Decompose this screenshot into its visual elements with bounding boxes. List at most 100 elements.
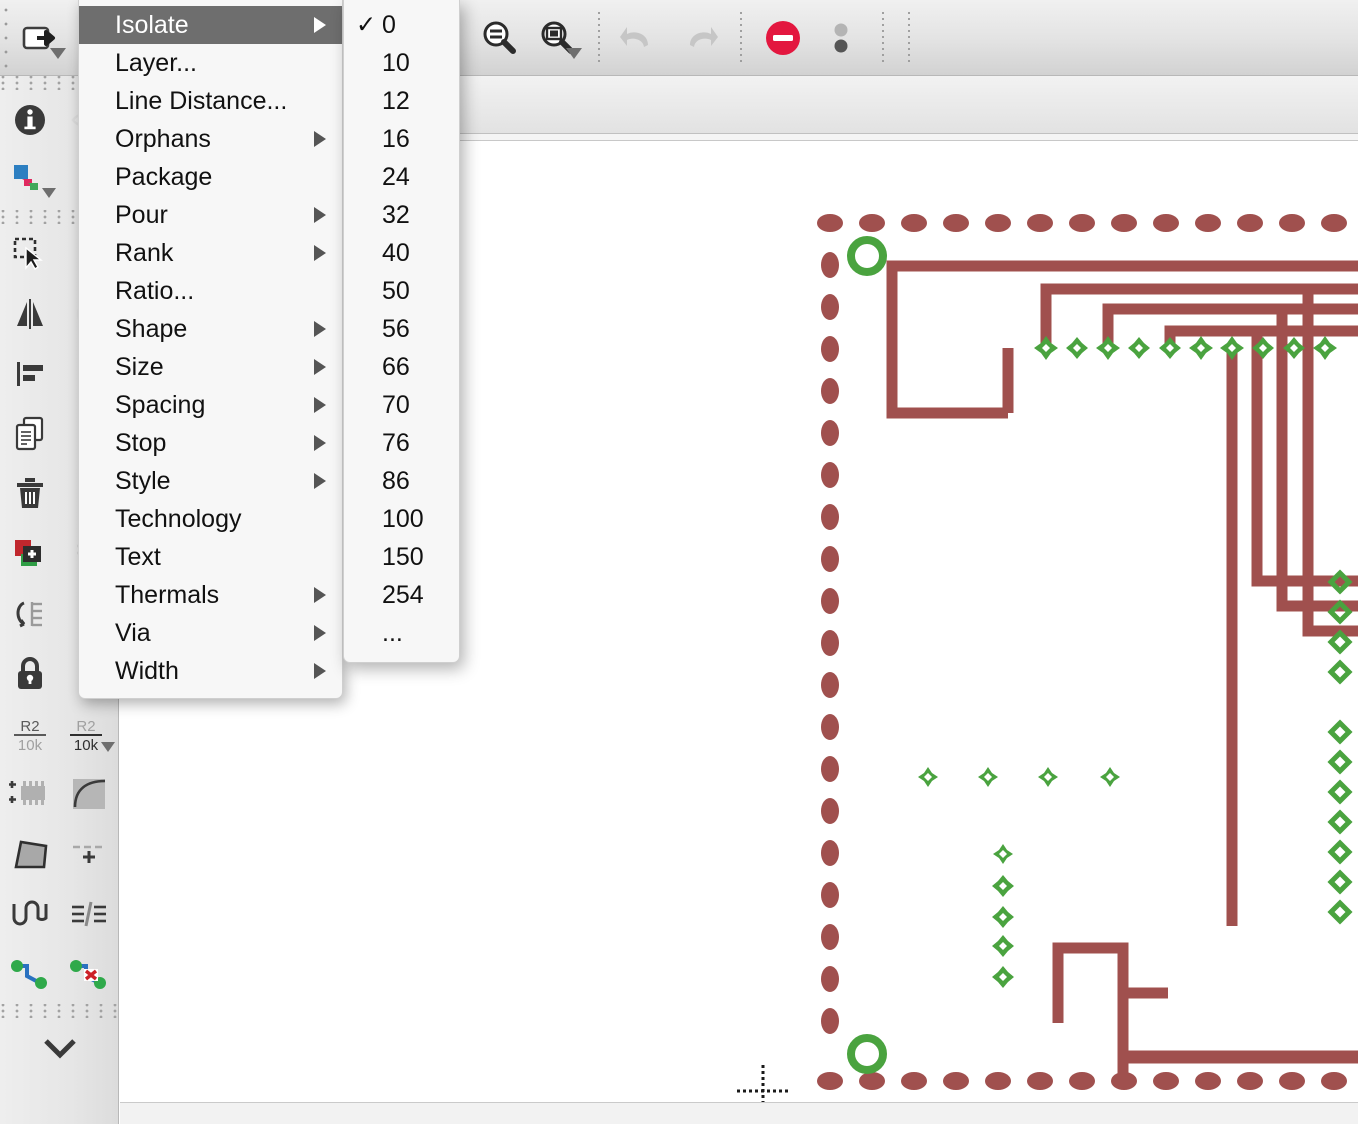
isolate-option-100[interactable]: 100 [344, 500, 459, 538]
copy-button[interactable] [0, 404, 59, 464]
menu-item-label: Ratio... [115, 277, 194, 306]
lock-icon [15, 656, 45, 692]
menu-item-label: Package [115, 163, 212, 192]
menu-item-width[interactable]: Width [79, 652, 342, 690]
menu-item-text[interactable]: Text [79, 538, 342, 576]
menu-item-technology[interactable]: Technology [79, 500, 342, 538]
align-button[interactable] [0, 344, 59, 404]
delete-button[interactable] [0, 464, 59, 524]
svg-text:R2: R2 [76, 718, 95, 735]
chevron-down-icon[interactable] [42, 188, 56, 198]
add-pin-button[interactable] [0, 764, 59, 824]
meander-button[interactable] [0, 884, 59, 944]
isolate-option-76[interactable]: 76 [344, 424, 459, 462]
isolate-option-24[interactable]: 24 [344, 158, 459, 196]
isolate-option-label: 24 [382, 163, 410, 192]
isolate-option-label: 86 [382, 467, 410, 496]
undo-button[interactable] [612, 9, 670, 67]
isolate-option-label: 40 [382, 239, 410, 268]
lock-button[interactable] [0, 644, 59, 704]
menu-item-size[interactable]: Size [79, 348, 342, 386]
svg-text:10k: 10k [73, 737, 98, 754]
menu-item-label: Stop [115, 429, 166, 458]
more-button[interactable] [812, 9, 870, 67]
isolate-option-label: 56 [382, 315, 410, 344]
menu-item-pour[interactable]: Pour [79, 196, 342, 234]
menu-item-rank[interactable]: Rank [79, 234, 342, 272]
menu-item-label: Layer... [115, 49, 197, 78]
value-button[interactable]: R2 10k [0, 704, 59, 764]
chevron-down-icon[interactable] [566, 48, 582, 59]
menu-item-line-distance[interactable]: Line Distance... [79, 82, 342, 120]
toolbar-separator [598, 10, 600, 66]
stop-button[interactable] [754, 9, 812, 67]
polygon-button[interactable] [0, 824, 59, 884]
export-button[interactable] [12, 9, 70, 67]
chevron-down-icon[interactable] [101, 742, 115, 752]
add-part-icon [12, 537, 48, 571]
palette-divider [0, 1004, 118, 1018]
menu-item-ratio[interactable]: Ratio... [79, 272, 342, 310]
add-part-button[interactable] [0, 524, 59, 584]
route-button[interactable] [0, 944, 59, 1004]
undo-icon [618, 18, 664, 58]
mirror-button[interactable] [0, 284, 59, 344]
isolate-submenu[interactable]: ✓ 0 10 12 16 24 32 40 50 56 66 70 [343, 0, 460, 663]
menu-item-label: Text [115, 543, 161, 572]
toolbar-grip[interactable] [0, 8, 12, 68]
isolate-option-16[interactable]: 16 [344, 120, 459, 158]
arc-icon [69, 777, 109, 811]
menu-item-label: Width [115, 657, 179, 686]
stop-icon [762, 17, 804, 59]
polygon-context-menu[interactable]: Isolate Layer... Line Distance... Orphan… [78, 0, 343, 699]
menu-item-label: Orphans [115, 125, 211, 154]
menu-item-package[interactable]: Package [79, 158, 342, 196]
redraw-button[interactable] [470, 9, 528, 67]
mirror-icon [12, 299, 48, 329]
menu-item-stop[interactable]: Stop [79, 424, 342, 462]
more-tools-button[interactable] [0, 1018, 119, 1078]
menu-item-isolate[interactable]: Isolate [79, 6, 342, 44]
info-icon [12, 102, 48, 138]
menu-item-layer[interactable]: Layer... [79, 44, 342, 82]
isolate-option-254[interactable]: 254 [344, 576, 459, 614]
isolate-option-32[interactable]: 32 [344, 196, 459, 234]
redo-button[interactable] [670, 9, 728, 67]
arc-button[interactable] [59, 764, 118, 824]
isolate-option-50[interactable]: 50 [344, 272, 459, 310]
chevron-down-icon[interactable] [50, 48, 66, 59]
more-icon [826, 16, 856, 60]
menu-item-thermals[interactable]: Thermals [79, 576, 342, 614]
menu-item-via[interactable]: Via [79, 614, 342, 652]
info-button[interactable] [0, 90, 59, 150]
isolate-option-70[interactable]: 70 [344, 386, 459, 424]
polygon-icon [9, 837, 51, 871]
isolate-option-66[interactable]: 66 [344, 348, 459, 386]
isolate-option-more[interactable]: ... [344, 614, 459, 652]
dimension-button[interactable] [59, 824, 118, 884]
isolate-option-12[interactable]: 12 [344, 82, 459, 120]
display-layers-button[interactable] [0, 150, 59, 210]
menu-item-spacing[interactable]: Spacing [79, 386, 342, 424]
chevron-right-icon [314, 435, 326, 451]
isolate-option-150[interactable]: 150 [344, 538, 459, 576]
isolate-option-56[interactable]: 56 [344, 310, 459, 348]
isolate-option-40[interactable]: 40 [344, 234, 459, 272]
menu-item-shape[interactable]: Shape [79, 310, 342, 348]
isolate-option-label: 50 [382, 277, 410, 306]
isolate-option-86[interactable]: 86 [344, 462, 459, 500]
rotate-dimension-button[interactable] [0, 584, 59, 644]
menu-item-label: Via [115, 619, 151, 648]
group-select-icon [11, 235, 49, 273]
name-button[interactable]: R2 10k [59, 704, 118, 764]
isolate-option-0[interactable]: ✓ 0 [344, 6, 459, 44]
isolate-option-10[interactable]: 10 [344, 44, 459, 82]
text-align-icon [69, 898, 109, 930]
group-button[interactable] [0, 224, 59, 284]
zoom-select-button[interactable] [528, 9, 586, 67]
ripup-button[interactable] [59, 944, 118, 1004]
menu-item-orphans[interactable]: Orphans [79, 120, 342, 158]
ripup-icon [68, 957, 110, 991]
menu-item-style[interactable]: Style [79, 462, 342, 500]
text-align-button[interactable] [59, 884, 118, 944]
